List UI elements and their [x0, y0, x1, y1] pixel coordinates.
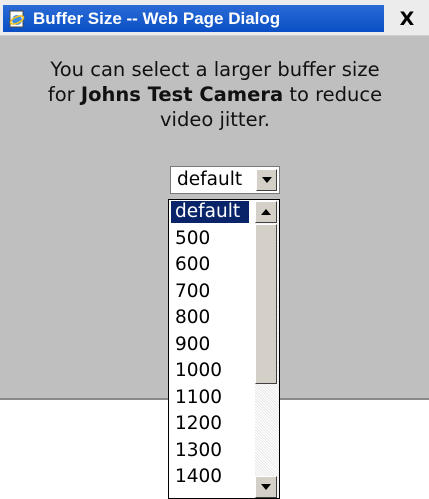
window-title: Buffer Size -- Web Page Dialog: [33, 8, 281, 28]
scroll-up-arrow-icon[interactable]: [255, 201, 277, 223]
scrollbar-thumb[interactable]: [255, 224, 277, 384]
message-line-2: for Johns Test Camera to reduce: [20, 82, 410, 107]
option-1300[interactable]: 1300: [171, 440, 256, 462]
scroll-down-arrow-icon[interactable]: [255, 476, 277, 498]
message-line-2-prefix: for: [47, 83, 81, 106]
title-bar: Buffer Size -- Web Page Dialog X: [0, 0, 429, 36]
option-800[interactable]: 800: [171, 307, 256, 329]
buffer-size-dropdown-list[interactable]: default 500 600 700 800 900 1000 1100 12…: [168, 199, 280, 499]
ie-page-icon: [7, 9, 27, 29]
option-1000[interactable]: 1000: [171, 360, 256, 382]
camera-name: Johns Test Camera: [80, 83, 284, 106]
message-line-2-suffix: to reduce: [283, 83, 383, 106]
select-current-value: default: [177, 169, 243, 190]
option-600[interactable]: 600: [171, 254, 256, 276]
option-1400[interactable]: 1400: [171, 466, 256, 488]
option-700[interactable]: 700: [171, 281, 256, 303]
dialog-message: You can select a larger buffer size for …: [20, 57, 410, 132]
close-button[interactable]: X: [392, 6, 422, 31]
option-900[interactable]: 900: [171, 334, 256, 356]
dropdown-scrollbar[interactable]: [255, 201, 279, 498]
title-bar-active: Buffer Size -- Web Page Dialog: [3, 5, 384, 32]
chevron-down-icon[interactable]: [256, 169, 277, 191]
message-line-3: video jitter.: [159, 108, 270, 131]
option-1200[interactable]: 1200: [171, 413, 256, 435]
buffer-size-select[interactable]: default: [170, 166, 280, 194]
option-500[interactable]: 500: [171, 228, 256, 250]
option-1100[interactable]: 1100: [171, 387, 256, 409]
message-line-1: You can select a larger buffer size: [50, 58, 380, 81]
option-default[interactable]: default: [171, 201, 249, 223]
